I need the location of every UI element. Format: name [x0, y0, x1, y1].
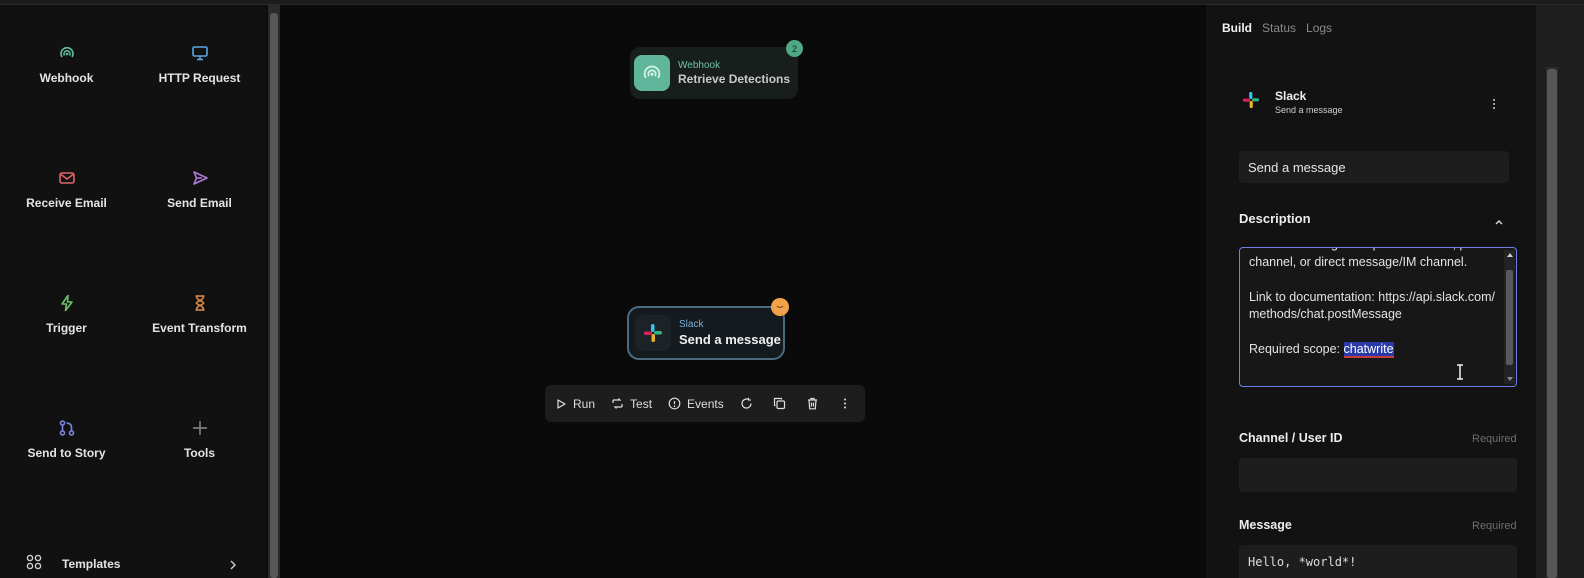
tool-tools[interactable]: Tools [133, 380, 266, 500]
panel-tabs: Build Status Logs [1222, 21, 1342, 35]
panel-body: Slack Send a message Send a message Desc… [1222, 65, 1538, 578]
action-panel: Build Status Logs Slack Send a message S… [1206, 5, 1584, 578]
monitor-icon [190, 43, 210, 63]
tool-label: Event Transform [152, 321, 247, 335]
action-name-input[interactable]: Send a message [1239, 151, 1509, 183]
integration-header: Slack Send a message [1242, 89, 1343, 115]
tool-trigger[interactable]: Trigger [0, 255, 133, 375]
message-input[interactable]: Hello, *world*! [1239, 545, 1517, 578]
plus-icon [190, 418, 210, 438]
tab-logs[interactable]: Logs [1306, 21, 1332, 35]
required-tag: Required [1472, 433, 1517, 445]
tool-label: Send Email [167, 196, 232, 210]
chevron-up-icon [1495, 220, 1503, 225]
scrollbar-thumb[interactable] [1547, 69, 1557, 578]
templates-link[interactable]: Templates [0, 545, 266, 578]
webhook-icon [57, 43, 77, 63]
mail-icon [57, 168, 77, 188]
integration-subtitle: Send a message [1275, 105, 1343, 115]
duplicate-button[interactable] [773, 385, 786, 422]
scroll-down-arrow[interactable] [1507, 377, 1513, 381]
test-label: Test [630, 396, 653, 411]
story-icon [57, 418, 77, 438]
tool-palette: Webhook HTTP Request Receive Email Send … [0, 5, 266, 578]
channel-value [1239, 458, 1517, 468]
slack-node[interactable]: Slack Send a message [627, 298, 789, 360]
tool-label: Send to Story [27, 446, 106, 460]
message-value: Hello, *world*! [1248, 555, 1357, 569]
tool-label: Tools [183, 446, 216, 460]
scrollbar-thumb[interactable] [1506, 270, 1513, 365]
kebab-icon [1493, 99, 1495, 109]
play-icon [557, 398, 566, 409]
grid-icon [26, 554, 42, 575]
tool-send-to-story[interactable]: Send to Story [0, 380, 133, 500]
info-icon [668, 397, 681, 410]
story-canvas[interactable]: Webhook Retrieve Detections 2 Slack Send… [280, 5, 1206, 578]
channel-label: Channel / User ID [1239, 431, 1343, 445]
tool-http-request[interactable]: HTTP Request [133, 5, 266, 125]
refresh-icon [741, 397, 752, 409]
slack-icon [1242, 91, 1260, 114]
chevron-right-icon [228, 558, 238, 576]
app-root: Webhook HTTP Request Receive Email Send … [0, 0, 1584, 578]
run-button[interactable]: Run [555, 385, 595, 422]
tab-status[interactable]: Status [1262, 21, 1296, 35]
node-action-bar: Run Test Events [545, 385, 865, 422]
pending-status-icon [771, 298, 789, 316]
copy-icon [773, 397, 785, 410]
events-label: Events [687, 396, 724, 411]
slack-icon [635, 315, 671, 351]
webhook-node[interactable]: Webhook Retrieve Detections 2 [630, 40, 803, 99]
trash-icon [807, 397, 817, 410]
description-text: Posts a message to a public channel, pri… [1249, 248, 1501, 359]
required-tag: Required [1472, 520, 1517, 532]
event-count-badge: 2 [786, 40, 803, 57]
channel-input[interactable] [1239, 458, 1517, 492]
collapse-description-button[interactable] [1494, 213, 1504, 231]
tab-build[interactable]: Build [1222, 21, 1252, 35]
events-button[interactable]: Events [668, 385, 724, 422]
templates-label: Templates [62, 557, 121, 571]
scroll-up-arrow[interactable] [1507, 253, 1513, 257]
refresh-button[interactable] [740, 385, 753, 422]
panel-scrollbar[interactable] [1546, 67, 1558, 578]
more-button[interactable] [843, 385, 847, 422]
palette-scrollbar[interactable] [268, 5, 280, 578]
tool-label: Webhook [39, 71, 94, 85]
tool-label: Receive Email [26, 196, 107, 210]
description-body: Posts a message to a public channel, pri… [1249, 248, 1497, 356]
tool-event-transform[interactable]: Event Transform [133, 255, 266, 375]
description-textarea[interactable]: Posts a message to a public channel, pri… [1239, 247, 1517, 387]
integration-menu-button[interactable] [1492, 97, 1504, 113]
tool-label: HTTP Request [158, 71, 241, 85]
tool-receive-email[interactable]: Receive Email [0, 130, 133, 250]
hourglass-icon [190, 293, 210, 313]
kebab-icon [843, 398, 846, 409]
description-title: Description [1239, 211, 1311, 226]
scrollbar-thumb[interactable] [270, 13, 278, 578]
tool-label: Trigger [46, 321, 87, 335]
panel-scrollbar-area [1536, 5, 1584, 578]
textarea-scrollbar[interactable] [1504, 250, 1515, 384]
lightning-icon [57, 293, 77, 313]
tool-send-email[interactable]: Send Email [133, 130, 266, 250]
text-cursor-icon [1455, 364, 1465, 385]
integration-name: Slack [1275, 89, 1307, 103]
run-label: Run [573, 396, 596, 411]
selected-text: chatwrite [1343, 342, 1394, 358]
tool-webhook[interactable]: Webhook [0, 5, 133, 125]
test-icon [612, 398, 623, 409]
webhook-icon [634, 55, 670, 91]
send-icon [190, 168, 210, 188]
node-title: Send a message [679, 332, 781, 347]
test-button[interactable]: Test [611, 385, 652, 422]
delete-button[interactable] [806, 385, 819, 422]
node-type: Slack [679, 319, 704, 330]
node-type: Webhook [678, 60, 721, 71]
message-label: Message [1239, 518, 1292, 532]
node-title: Retrieve Detections [678, 72, 791, 86]
